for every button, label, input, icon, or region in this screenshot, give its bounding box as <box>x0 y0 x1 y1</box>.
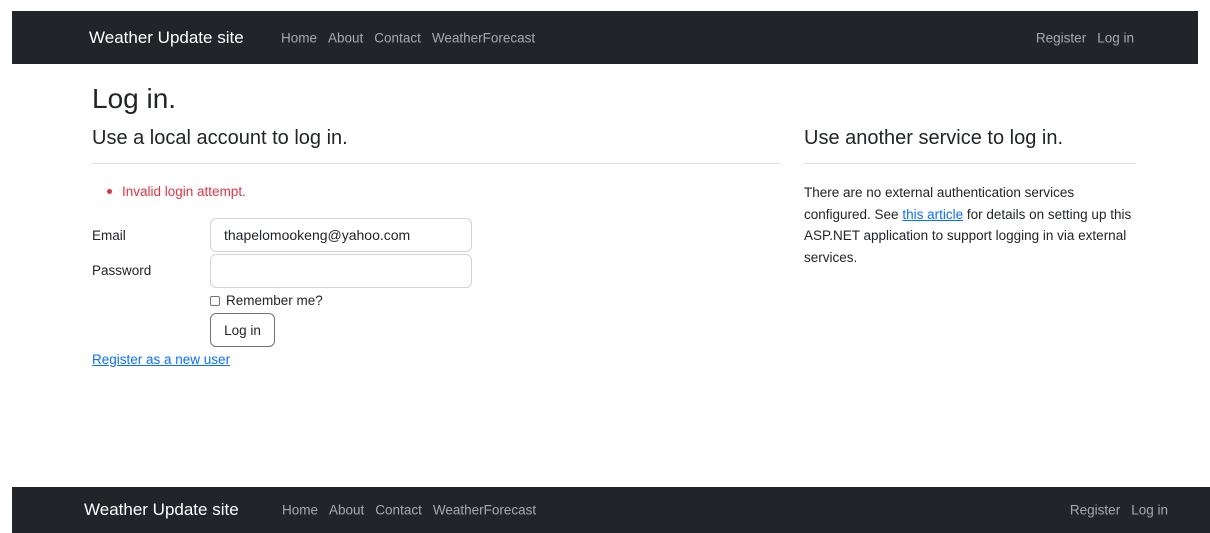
navbar-brand[interactable]: Weather Update site <box>89 28 244 48</box>
error-message: Invalid login attempt. <box>122 184 246 199</box>
remember-checkbox[interactable] <box>210 295 220 306</box>
external-divider <box>804 163 1136 164</box>
nav-link-home[interactable]: Home <box>282 503 318 518</box>
nav-link-home[interactable]: Home <box>281 30 317 45</box>
nav-link-about[interactable]: About <box>328 30 363 45</box>
navbar-brand[interactable]: Weather Update site <box>84 500 239 520</box>
local-account-heading: Use a local account to log in. <box>92 127 348 149</box>
bullet-icon <box>107 189 112 194</box>
login-button[interactable]: Log in <box>210 313 275 347</box>
page-title: Log in. <box>92 83 177 114</box>
nav-link-contact[interactable]: Contact <box>374 30 421 45</box>
email-label: Email <box>92 228 126 243</box>
this-article-link[interactable]: this article <box>902 207 963 222</box>
nav-link-register[interactable]: Register <box>1036 30 1086 45</box>
external-login-heading: Use another service to log in. <box>804 127 1064 149</box>
nav-link-weatherforecast[interactable]: WeatherForecast <box>432 30 535 45</box>
top-navbar: Weather Update site Home About Contact W… <box>12 11 1198 64</box>
password-field[interactable] <box>210 254 472 288</box>
bottom-navbar: Weather Update site Home About Contact W… <box>12 487 1210 533</box>
nav-link-login[interactable]: Log in <box>1131 503 1168 518</box>
register-new-user-link[interactable]: Register as a new user <box>92 352 230 367</box>
local-divider <box>92 163 780 164</box>
nav-link-login[interactable]: Log in <box>1097 30 1134 45</box>
nav-links: Home About Contact WeatherForecast <box>282 503 536 518</box>
nav-link-weatherforecast[interactable]: WeatherForecast <box>433 503 536 518</box>
validation-summary: Invalid login attempt. <box>107 184 246 199</box>
nav-links: Home About Contact WeatherForecast <box>281 30 535 45</box>
password-label: Password <box>92 263 152 278</box>
remember-label: Remember me? <box>226 293 323 308</box>
nav-link-register[interactable]: Register <box>1070 503 1120 518</box>
email-field[interactable] <box>210 218 472 252</box>
nav-link-about[interactable]: About <box>329 503 364 518</box>
remember-me[interactable]: Remember me? <box>210 293 323 308</box>
external-services-info: There are no external authentication ser… <box>804 182 1140 268</box>
nav-account-links: Register Log in <box>1036 30 1134 45</box>
nav-account-links: Register Log in <box>1070 503 1168 518</box>
nav-link-contact[interactable]: Contact <box>375 503 422 518</box>
